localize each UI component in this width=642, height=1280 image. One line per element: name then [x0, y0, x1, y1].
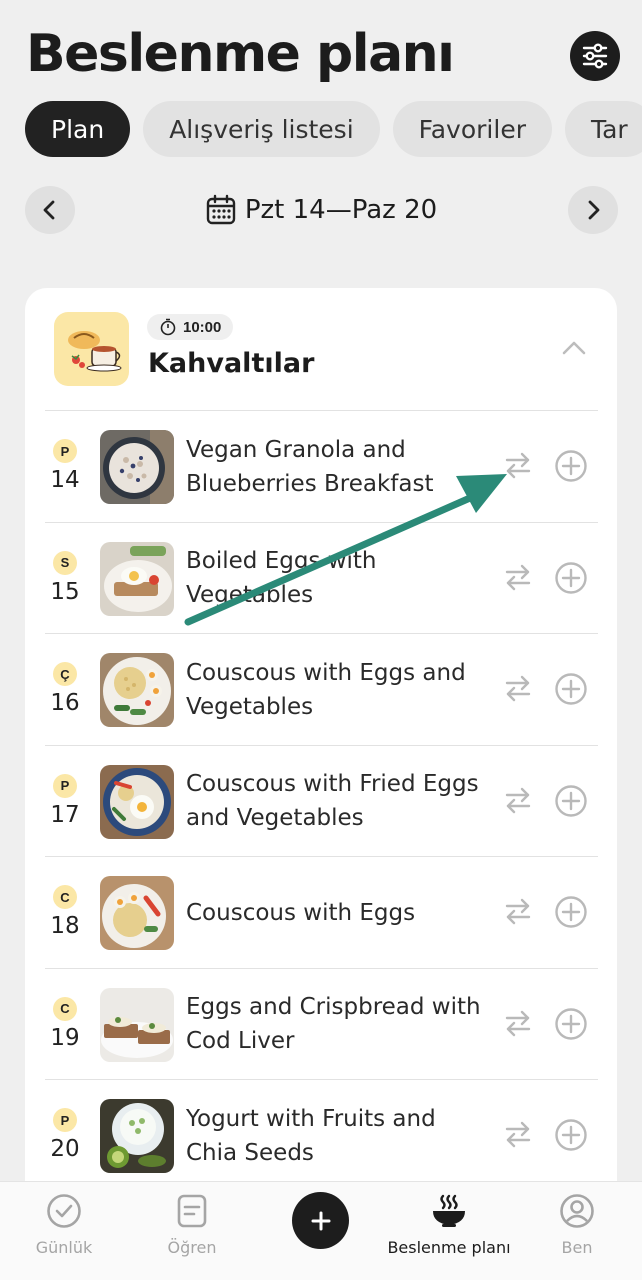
filter-button[interactable]: [570, 31, 620, 81]
nav-meal-plan[interactable]: Beslenme planı: [366, 1182, 532, 1280]
user-circle-icon: [560, 1194, 594, 1228]
recipe-thumbnail: [100, 541, 174, 616]
day-badge: Ç: [53, 662, 77, 686]
tab-shopping-list[interactable]: Alışveriş listesi: [143, 101, 380, 157]
day-number: 16: [50, 690, 80, 716]
day-number: 15: [50, 578, 80, 605]
sliders-icon: [582, 43, 608, 69]
meal-list: P 14 Vegan Granola and Blueberries Break…: [45, 410, 598, 1191]
swap-icon[interactable]: [503, 896, 533, 926]
recipe-name: Vegan Granola and Blueberries Breakfast: [186, 436, 434, 497]
plus-icon: [311, 1211, 330, 1230]
add-circle-icon[interactable]: [554, 895, 588, 929]
nav-profile-label: Ben: [561, 1238, 593, 1257]
week-navigator: Pzt 14—Paz 20: [0, 186, 642, 234]
recipe-thumbnail: [100, 764, 174, 839]
swap-icon[interactable]: [503, 450, 533, 480]
add-circle-icon[interactable]: [554, 561, 588, 595]
swap-icon[interactable]: [503, 562, 533, 592]
day-number: 19: [50, 1024, 80, 1051]
nav-learn[interactable]: Öğren: [132, 1182, 252, 1280]
add-circle-icon[interactable]: [554, 1007, 588, 1041]
calendar-icon: [206, 194, 236, 225]
nav-meal-plan-label: Beslenme planı: [387, 1238, 511, 1257]
chevron-right-icon: [588, 200, 600, 220]
recipe-thumbnail: [100, 876, 174, 950]
page-title: Beslenme planı: [26, 24, 455, 84]
list-item[interactable]: P 20 Yogurt with Fruits and Chia Seeds: [45, 1079, 598, 1191]
swap-icon[interactable]: [503, 785, 533, 815]
check-circle-icon: [47, 1194, 81, 1228]
day-number: 18: [50, 913, 80, 939]
nav-daily[interactable]: Günlük: [4, 1182, 124, 1280]
bowl-icon: [433, 1194, 465, 1227]
day-number: 17: [50, 801, 80, 828]
time-badge: 10:00: [147, 314, 234, 340]
week-label[interactable]: Pzt 14—Paz 20: [0, 194, 642, 226]
recipe-thumbnail: [100, 1099, 174, 1173]
day-number: 20: [50, 1136, 80, 1162]
day-badge: S: [53, 550, 77, 575]
day-badge: C: [53, 996, 77, 1021]
recipe-name: Couscous with Eggs and Vegetables: [186, 659, 466, 720]
recipe-name: Couscous with Eggs: [186, 899, 416, 926]
bottom-navigation: Günlük Öğren Beslenme planı Ben: [0, 1181, 642, 1280]
add-circle-icon[interactable]: [554, 784, 588, 818]
recipe-name: Boiled Eggs with Vegetables: [186, 548, 377, 608]
day-badge: P: [53, 1108, 77, 1132]
list-item[interactable]: C 19 Eggs and Crispbread with Cod Liver: [45, 967, 598, 1080]
swap-icon[interactable]: [503, 673, 533, 703]
recipe-thumbnail: [100, 987, 174, 1062]
add-circle-icon[interactable]: [554, 1118, 588, 1152]
swap-icon[interactable]: [503, 1119, 533, 1149]
day-number: 14: [50, 467, 80, 493]
list-item[interactable]: Ç 16 Couscous with Eggs and Vegetables: [45, 633, 598, 745]
tab-favorites[interactable]: Favoriler: [392, 101, 552, 157]
meal-time: 10:00: [183, 318, 222, 336]
tab-plan[interactable]: Plan: [25, 101, 131, 157]
day-badge: P: [53, 773, 77, 798]
recipe-thumbnail: [100, 653, 174, 727]
nav-daily-label: Günlük: [35, 1238, 93, 1257]
add-button[interactable]: [292, 1192, 349, 1249]
day-badge: P: [53, 439, 77, 463]
meal-card: 10:00 Kahvaltılar P 14 Vegan Granola and…: [25, 288, 617, 1218]
tab-bar: Plan Alışveriş listesi Favoriler Tar: [25, 101, 642, 157]
next-week-button[interactable]: [568, 186, 618, 234]
nav-learn-label: Öğren: [167, 1238, 217, 1257]
swap-icon[interactable]: [503, 1008, 533, 1038]
day-badge: C: [53, 885, 77, 909]
recipe-name: Eggs and Crispbread with Cod Liver: [186, 994, 481, 1054]
recipe-name: Yogurt with Fruits and Chia Seeds: [186, 1105, 436, 1166]
document-icon: [177, 1194, 207, 1228]
meal-header[interactable]: 10:00 Kahvaltılar: [25, 288, 617, 410]
tab-recipes[interactable]: Tar: [564, 101, 642, 157]
list-item[interactable]: C 18 Couscous with Eggs: [45, 856, 598, 968]
list-item[interactable]: P 14 Vegan Granola and Blueberries Break…: [45, 410, 598, 522]
meal-title: Kahvaltılar: [148, 348, 315, 379]
recipe-thumbnail: [100, 430, 174, 504]
list-item[interactable]: S 15 Boiled Eggs with Vegetables: [45, 521, 598, 634]
add-circle-icon[interactable]: [554, 449, 588, 483]
stopwatch-icon: [160, 318, 176, 336]
week-range-text: Pzt 14—Paz 20: [244, 195, 438, 225]
nav-profile[interactable]: Ben: [517, 1182, 637, 1280]
breakfast-illustration: [54, 312, 129, 386]
chevron-up-icon[interactable]: [561, 338, 587, 358]
recipe-name: Couscous with Fried Eggs and Vegetables: [186, 771, 479, 831]
add-circle-icon[interactable]: [554, 672, 588, 706]
list-item[interactable]: P 17 Couscous with Fried Eggs and Vegeta…: [45, 744, 598, 857]
